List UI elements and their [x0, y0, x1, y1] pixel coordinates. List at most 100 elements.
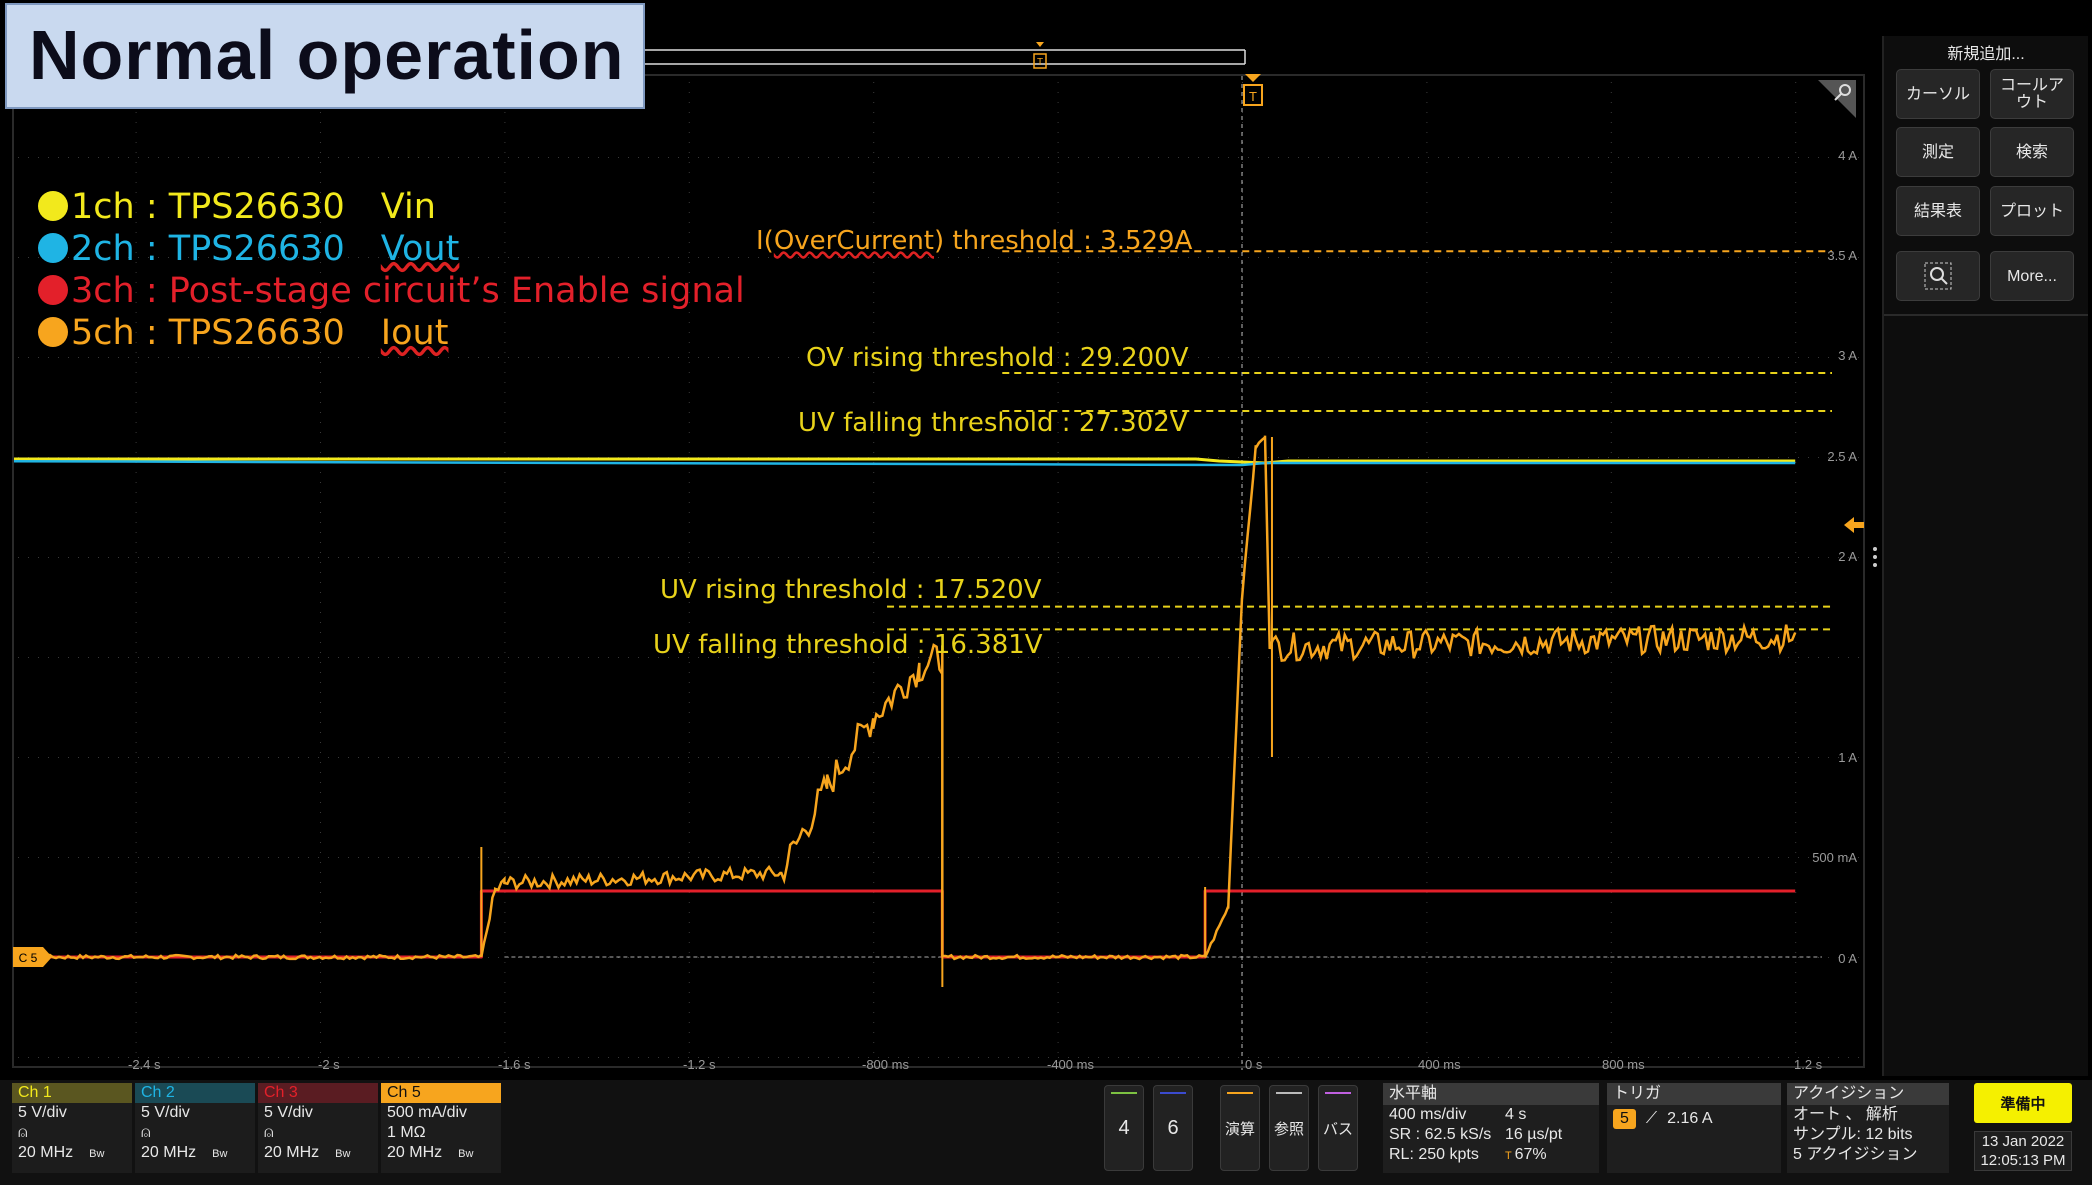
- grid-dot: [1258, 257, 1259, 258]
- grid-dot: [378, 757, 379, 758]
- acquisition-badge[interactable]: アクイジション オート 、 解析 サンプル: 12 bits 5 アクイジション: [1787, 1083, 1949, 1173]
- grid-dot: [698, 857, 699, 858]
- grid-dot: [1078, 757, 1079, 758]
- grid-dot: [1558, 157, 1559, 158]
- grid-dot: [878, 757, 879, 758]
- zoom-corner-icon[interactable]: [1818, 80, 1856, 118]
- grid-dot: [1028, 257, 1029, 258]
- grid-dot: [873, 622, 875, 623]
- date-time-badge[interactable]: 13 Jan 2022 12:05:13 PM: [1974, 1131, 2072, 1171]
- grid-dot: [268, 157, 269, 158]
- grid-dot: [1158, 157, 1159, 158]
- grid-dot: [88, 657, 89, 658]
- bus-button[interactable]: バス: [1318, 1085, 1358, 1171]
- grid-dot: [1610, 932, 1612, 933]
- grid-dot: [1328, 857, 1329, 858]
- grid-dot: [135, 922, 137, 923]
- cursor-button[interactable]: カーソル: [1896, 69, 1980, 119]
- add-ch6-button[interactable]: 6: [1153, 1085, 1193, 1171]
- threshold-label-uv-falling-16: UV falling threshold : 16.381V: [653, 630, 1043, 660]
- reference-button[interactable]: 参照: [1269, 1085, 1309, 1171]
- add-ch4-button[interactable]: 4: [1104, 1085, 1144, 1171]
- ch5-badge[interactable]: Ch 5 500 mA/div 1 MΩ 20 MHz Bw: [381, 1083, 501, 1173]
- grid-dot: [1426, 332, 1428, 333]
- grid-dot: [918, 757, 919, 758]
- grid-dot: [135, 712, 137, 713]
- grid-dot: [528, 157, 529, 158]
- measure-button[interactable]: 測定: [1896, 127, 1980, 177]
- grid-dot: [688, 422, 690, 423]
- grid-dot: [598, 157, 599, 158]
- ch1-badge[interactable]: Ch 1 5 V/div ⍝ 20 MHz Bw: [12, 1083, 132, 1173]
- grid-dot: [748, 857, 749, 858]
- grid-dot: [528, 857, 529, 858]
- grid-dot: [388, 757, 389, 758]
- grid-dot: [1057, 482, 1059, 483]
- trigger-level-arrow-icon[interactable]: [1844, 516, 1864, 534]
- grid-dot: [1795, 432, 1797, 433]
- grid-dot: [1078, 657, 1079, 658]
- grid-dot: [1578, 457, 1579, 458]
- math-button[interactable]: 演算: [1220, 1085, 1260, 1171]
- grid-dot: [873, 712, 875, 713]
- ch1-probe-icon: ⍝: [18, 1124, 28, 1141]
- grid-dot: [358, 857, 359, 858]
- grid-dot: [198, 757, 199, 758]
- grid-dot: [688, 522, 690, 523]
- grid-dot: [1248, 257, 1249, 258]
- grid-dot: [168, 157, 169, 158]
- callout-button[interactable]: コールアウト: [1990, 69, 2074, 119]
- grid-dot: [504, 412, 506, 413]
- grid-dot: [320, 112, 321, 113]
- grid-dot: [873, 942, 875, 943]
- grid-dot: [1795, 822, 1797, 823]
- grid-dot: [1426, 522, 1428, 523]
- plot-button[interactable]: プロット: [1990, 186, 2074, 236]
- legend-ch5-sep: :: [134, 313, 169, 353]
- grid-dot: [888, 757, 889, 758]
- grid-dot: [1238, 257, 1239, 258]
- grid-dot: [1538, 357, 1539, 358]
- grid-dot: [58, 1057, 59, 1058]
- grid-dot: [688, 992, 690, 993]
- grid-dot: [28, 1057, 29, 1058]
- results-table-button[interactable]: 結果表: [1896, 186, 1980, 236]
- ch3-badge[interactable]: Ch 3 5 V/div ⍝ 20 MHz Bw: [258, 1083, 378, 1173]
- trigger-marker[interactable]: T: [1240, 74, 1266, 112]
- grid-dot: [1610, 762, 1612, 763]
- grid-dot: [828, 157, 829, 158]
- panel-handle-icon[interactable]: [1872, 545, 1878, 569]
- grid-dot: [938, 857, 939, 858]
- grid-dot: [1795, 732, 1797, 733]
- grid-dot: [688, 757, 689, 758]
- grid-dot: [248, 557, 249, 558]
- ch5-reference-marker[interactable]: C 5: [13, 946, 53, 968]
- grid-dot: [1242, 392, 1243, 393]
- grid-dot: [1795, 952, 1797, 953]
- grid-dot: [1018, 157, 1019, 158]
- grid-dot: [1798, 757, 1799, 758]
- record-overview[interactable]: T: [645, 40, 1865, 74]
- grid-dot: [1610, 552, 1612, 553]
- add-new-header[interactable]: 新規追加...: [1884, 40, 2088, 64]
- grid-dot: [728, 857, 729, 858]
- zoom-search-button[interactable]: [1896, 251, 1980, 301]
- grid-dot: [948, 157, 949, 158]
- grid-dot: [1178, 557, 1179, 558]
- grid-dot: [1368, 557, 1369, 558]
- grid-dot: [408, 857, 409, 858]
- search-button[interactable]: 検索: [1990, 127, 2074, 177]
- trigger-badge[interactable]: トリガ 5 ⟋ 2.16 A: [1607, 1083, 1781, 1173]
- grid-dot: [1438, 457, 1439, 458]
- grid-dot: [1668, 857, 1669, 858]
- grid-dot: [408, 757, 409, 758]
- run-status-button[interactable]: 準備中: [1974, 1083, 2072, 1123]
- grid-dot: [418, 657, 419, 658]
- grid-dot: [320, 752, 321, 753]
- horizontal-badge[interactable]: 水平軸 400 ms/div 4 s SR : 62.5 kS/s 16 µs/pt…: [1383, 1083, 1599, 1173]
- grid-dot: [188, 557, 189, 558]
- more-button[interactable]: More...: [1990, 251, 2074, 301]
- grid-dot: [1426, 172, 1428, 173]
- ch2-badge[interactable]: Ch 2 5 V/div ⍝ 20 MHz Bw: [135, 1083, 255, 1173]
- grid-dot: [873, 452, 875, 453]
